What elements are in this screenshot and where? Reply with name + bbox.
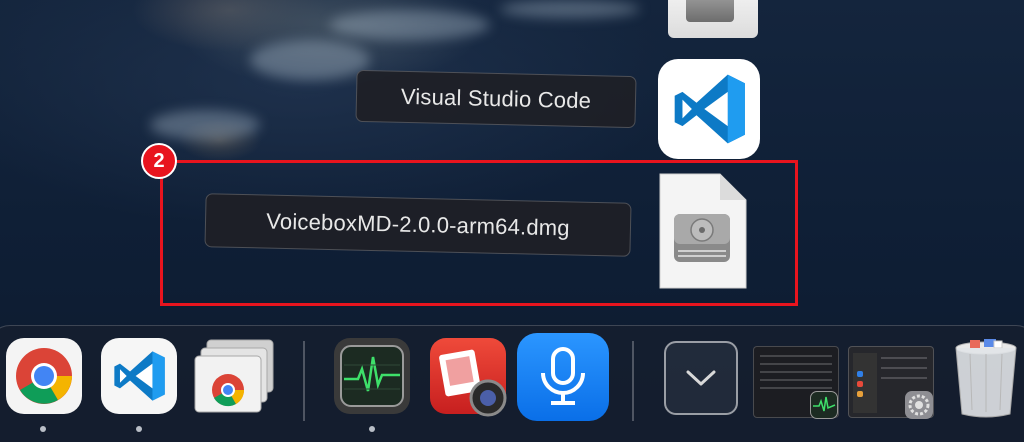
stack-item-label-vscode[interactable]: Visual Studio Code [355, 69, 637, 129]
minimized-window-thumbnail[interactable] [753, 346, 839, 419]
microphone-icon[interactable] [517, 333, 609, 421]
photo-booth-icon[interactable] [430, 338, 507, 417]
stack-button[interactable] [664, 341, 738, 415]
vscode-icon[interactable] [101, 338, 177, 414]
dock-separator [632, 341, 634, 421]
highlight-box [160, 160, 798, 306]
chrome-icon[interactable] [6, 338, 82, 414]
running-indicator [40, 426, 46, 432]
running-indicator [369, 426, 375, 432]
activity-monitor-icon [810, 391, 838, 419]
dock-separator [303, 341, 305, 421]
running-indicator [136, 426, 142, 432]
chrome-apps-icon[interactable] [193, 338, 274, 414]
vscode-icon[interactable] [658, 59, 760, 159]
gear-icon [905, 391, 933, 419]
trash-full-icon[interactable] [948, 338, 1024, 418]
chevron-down-icon [686, 370, 716, 386]
minimized-window-thumbnail[interactable] [848, 346, 934, 419]
activity-monitor-icon[interactable] [334, 338, 410, 414]
disk-image-icon[interactable] [668, 0, 758, 38]
annotation-badge: 2 [141, 143, 177, 179]
